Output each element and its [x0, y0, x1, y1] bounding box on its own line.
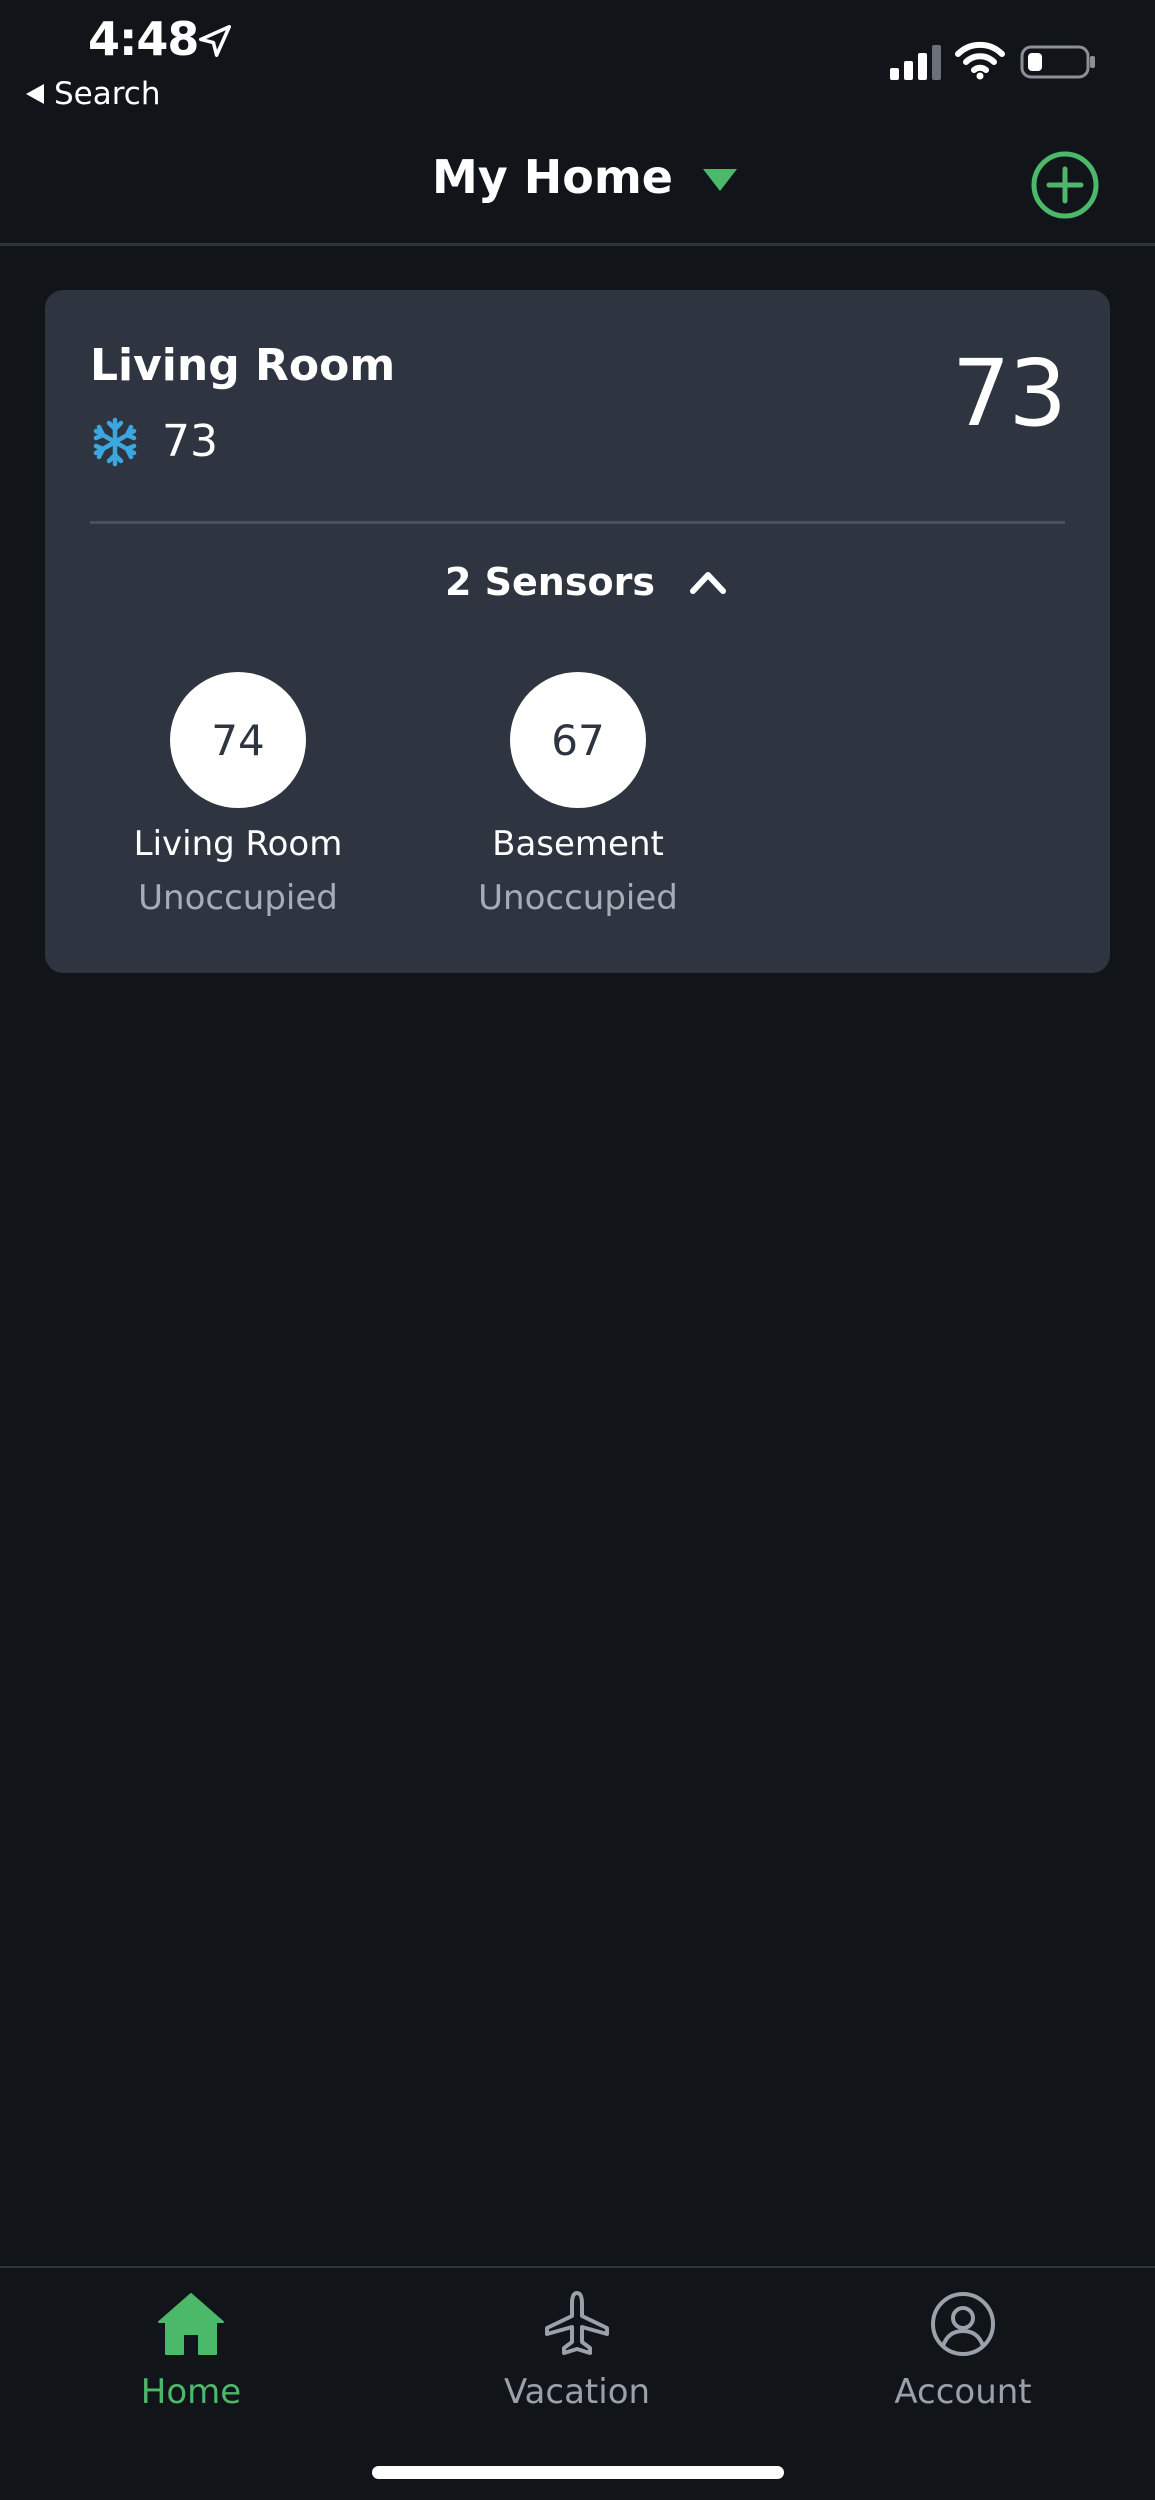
sensor-item[interactable]: 67 Basement Unoccupied [458, 672, 698, 918]
header-divider [0, 243, 1155, 246]
tab-account-label: Account [894, 2372, 1032, 2412]
tab-home[interactable]: Home [81, 2290, 301, 2412]
wifi-icon [955, 41, 1005, 80]
airplane-icon [545, 2291, 609, 2355]
tab-account[interactable]: Account [853, 2290, 1073, 2412]
tab-vacation-label: Vacation [503, 2372, 651, 2412]
home-icon [158, 2293, 224, 2355]
sensor-status: Unoccupied [138, 878, 338, 918]
back-to-search-link[interactable]: Search [26, 76, 161, 112]
chevron-up-icon [689, 572, 726, 594]
sensor-temp-badge: 67 [510, 672, 646, 808]
sensor-name: Basement [492, 824, 664, 864]
add-plus-icon[interactable] [1030, 150, 1100, 220]
setpoint-value: 73 [162, 416, 218, 467]
back-label: Search [54, 76, 161, 112]
sensors-toggle-label: 2 Sensors [445, 560, 655, 604]
location-arrow-icon [199, 25, 231, 57]
sensor-item[interactable]: 74 Living Room Unoccupied [118, 672, 358, 918]
sensors-toggle[interactable]: 2 Sensors [445, 560, 727, 604]
sensor-name: Living Room [133, 824, 343, 864]
status-time: 4:48 [88, 12, 199, 66]
home-indicator[interactable] [372, 2466, 784, 2479]
mode-row: 73 [90, 416, 218, 467]
current-temperature: 73 [951, 340, 1067, 447]
battery-icon [1020, 45, 1095, 79]
tab-vacation[interactable]: Vacation [467, 2290, 687, 2412]
snowflake-icon [93, 417, 137, 466]
tab-home-label: Home [140, 2372, 242, 2412]
back-arrow-icon [26, 84, 44, 104]
app-screen: 4:48 Search My Home Living Room 73 73 2 … [0, 0, 1155, 2500]
sensor-status: Unoccupied [478, 878, 678, 918]
account-icon [931, 2292, 995, 2356]
sensor-temp-badge: 74 [170, 672, 306, 808]
home-title: My Home [432, 150, 674, 204]
tab-bar-divider [0, 2266, 1155, 2268]
thermostat-card[interactable]: Living Room 73 73 2 Sensors 74 Living Ro… [45, 290, 1110, 973]
home-selector[interactable]: My Home [432, 150, 738, 204]
dropdown-arrow-icon [703, 169, 738, 191]
thermostat-room-name: Living Room [90, 340, 396, 391]
card-divider [90, 521, 1065, 524]
cellular-signal-icon [890, 45, 941, 80]
